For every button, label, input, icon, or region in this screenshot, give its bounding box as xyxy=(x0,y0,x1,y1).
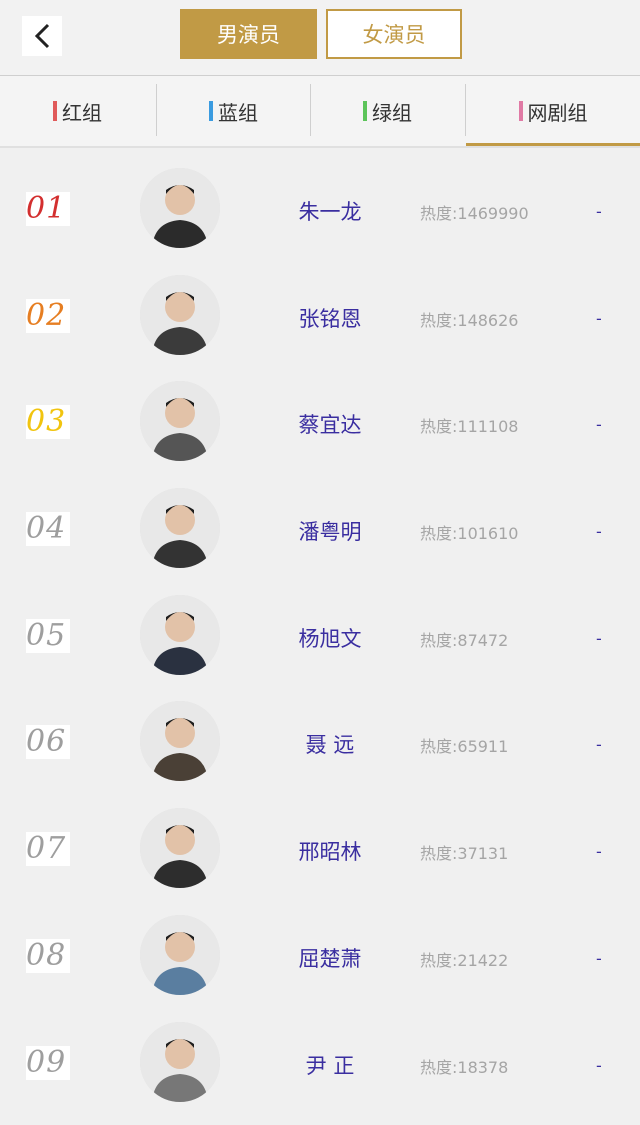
actor-name[interactable]: 尹 正 xyxy=(270,1050,390,1080)
rank-number: 09 xyxy=(26,1045,70,1080)
rank-number: 07 xyxy=(26,832,70,867)
actor-name[interactable]: 蔡宜达 xyxy=(270,409,390,439)
actor-name[interactable]: 张铭恩 xyxy=(270,303,390,333)
male-actors-tab[interactable]: 男演员 xyxy=(180,9,317,59)
blue-marker-icon xyxy=(209,101,213,121)
list-item[interactable]: 01 朱一龙 热度:1469990 - xyxy=(0,150,640,257)
rank-number: 01 xyxy=(26,192,70,226)
actor-name[interactable]: 潘粤明 xyxy=(270,516,390,546)
chevron-left-icon xyxy=(34,23,50,49)
heat-score: 热度:37131 xyxy=(420,844,509,864)
female-actors-tab[interactable]: 女演员 xyxy=(326,9,462,59)
list-item[interactable]: 05 杨旭文 热度:87472 - xyxy=(0,577,640,684)
tab-label: 网剧组 xyxy=(527,100,588,125)
group-tabs: 红组 蓝组 绿组 网剧组 xyxy=(0,76,640,148)
avatar[interactable] xyxy=(140,594,220,675)
ranking-list: 01 朱一龙 热度:1469990-02 张铭恩 热度:148626-03 蔡宜达 热度:1… xyxy=(0,150,640,1110)
active-tab-indicator xyxy=(466,143,640,146)
heat-score: 热度:148626 xyxy=(420,310,519,330)
person-icon xyxy=(140,594,220,675)
rank-number: 02 xyxy=(26,298,70,333)
actor-name[interactable]: 朱一龙 xyxy=(270,196,390,226)
heat-score: 热度:1469990 xyxy=(420,204,529,223)
list-item[interactable]: 03 蔡宜达 热度:111108 - xyxy=(0,363,640,470)
person-icon xyxy=(140,381,220,462)
back-button[interactable] xyxy=(22,16,62,56)
avatar[interactable] xyxy=(140,488,220,569)
person-icon xyxy=(140,274,220,355)
tab-red-group[interactable]: 红组 xyxy=(0,76,155,146)
tab-green-group[interactable]: 绿组 xyxy=(310,76,465,146)
person-icon xyxy=(140,808,220,889)
tab-web-drama-group[interactable]: 网剧组 xyxy=(466,76,640,146)
actor-name[interactable]: 邢昭林 xyxy=(270,836,390,866)
list-item[interactable]: 02 张铭恩 热度:148626 - xyxy=(0,257,640,364)
avatar[interactable] xyxy=(140,808,220,889)
avatar[interactable] xyxy=(140,701,220,782)
trend-indicator: - xyxy=(596,308,602,328)
actor-name[interactable]: 聂 远 xyxy=(270,729,390,759)
list-item[interactable]: 07 邢昭林 热度:37131 - xyxy=(0,790,640,897)
avatar[interactable] xyxy=(140,914,220,995)
actor-name[interactable]: 屈楚萧 xyxy=(270,943,390,973)
heat-score: 热度:87472 xyxy=(420,630,509,650)
pink-marker-icon xyxy=(518,101,523,121)
rank-number: 04 xyxy=(26,512,70,547)
rank-number: 08 xyxy=(26,938,70,973)
tab-label: 红组 xyxy=(62,100,102,125)
heat-score: 热度:65911 xyxy=(420,737,509,757)
tab-label: 蓝组 xyxy=(218,100,258,125)
trend-indicator: - xyxy=(596,1055,602,1075)
trend-indicator: - xyxy=(596,948,602,968)
avatar[interactable] xyxy=(140,274,220,355)
trend-indicator: - xyxy=(596,628,602,648)
actor-name[interactable]: 杨旭文 xyxy=(270,623,390,653)
list-item[interactable]: 08 屈楚萧 热度:21422 - xyxy=(0,897,640,1004)
person-icon xyxy=(140,701,220,782)
red-marker-icon xyxy=(53,101,57,121)
heat-score: 热度:18378 xyxy=(420,1057,509,1077)
person-icon xyxy=(140,1021,220,1102)
trend-indicator: - xyxy=(596,522,602,542)
person-icon xyxy=(140,914,220,995)
trend-indicator: - xyxy=(596,735,602,755)
avatar[interactable] xyxy=(140,1021,220,1102)
person-icon xyxy=(140,168,220,248)
tab-label: 绿组 xyxy=(372,100,412,125)
heat-score: 热度:21422 xyxy=(420,950,509,970)
avatar[interactable] xyxy=(140,381,220,462)
avatar[interactable] xyxy=(140,168,220,248)
tab-blue-group[interactable]: 蓝组 xyxy=(156,76,311,146)
heat-score: 热度:111108 xyxy=(420,417,519,437)
trend-indicator: - xyxy=(596,842,602,862)
list-item[interactable]: 06 聂 远 热度:65911 - xyxy=(0,683,640,790)
top-header: 男演员 女演员 xyxy=(0,0,640,76)
rank-number: 06 xyxy=(26,725,70,760)
list-item[interactable]: 04 潘粤明 热度:101610 - xyxy=(0,470,640,577)
person-icon xyxy=(140,488,220,569)
rank-number: 03 xyxy=(26,405,70,440)
list-item[interactable]: 09 尹 正 热度:18378 - xyxy=(0,1004,640,1111)
rank-number: 05 xyxy=(26,618,70,653)
trend-indicator: - xyxy=(596,202,602,221)
trend-indicator: - xyxy=(596,415,602,435)
heat-score: 热度:101610 xyxy=(420,524,519,544)
green-marker-icon xyxy=(363,101,367,121)
